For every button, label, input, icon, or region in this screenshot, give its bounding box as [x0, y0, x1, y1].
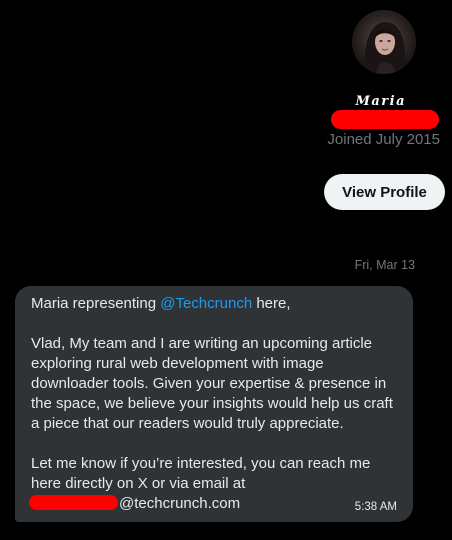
redacted-handle — [331, 110, 439, 129]
mention-link[interactable]: @Techcrunch — [160, 295, 252, 312]
profile-display-name: Maria — [355, 94, 406, 109]
message-paragraph-2: Vlad, My team and I are writing an upcom… — [31, 335, 393, 432]
joined-date: Joined July 2015 — [327, 131, 440, 148]
date-separator: Fri, Mar 13 — [354, 258, 415, 272]
message-bubble[interactable]: Maria representing @Techcrunch here, Vla… — [15, 286, 413, 522]
message-intro: Maria representing @Techcrunch here, — [31, 294, 401, 314]
avatar-photo-icon — [352, 10, 416, 74]
email-domain: @techcrunch.com — [119, 495, 241, 512]
view-profile-button[interactable]: View Profile — [324, 174, 445, 210]
message-text: Maria representing @Techcrunch here, Vla… — [29, 294, 401, 514]
profile-avatar[interactable] — [352, 10, 416, 74]
intro-prefix: Maria representing — [31, 295, 161, 312]
intro-suffix: here, — [252, 295, 291, 312]
message-paragraph-3: Let me know if you’re interested, you ca… — [29, 454, 401, 514]
message-timestamp: 5:38 AM — [354, 501, 397, 513]
redacted-email-user — [29, 495, 118, 510]
dm-conversation-view: Maria Joined July 2015 View Profile Fri,… — [0, 0, 452, 540]
paragraph-3-text: Let me know if you’re interested, you ca… — [31, 455, 371, 492]
